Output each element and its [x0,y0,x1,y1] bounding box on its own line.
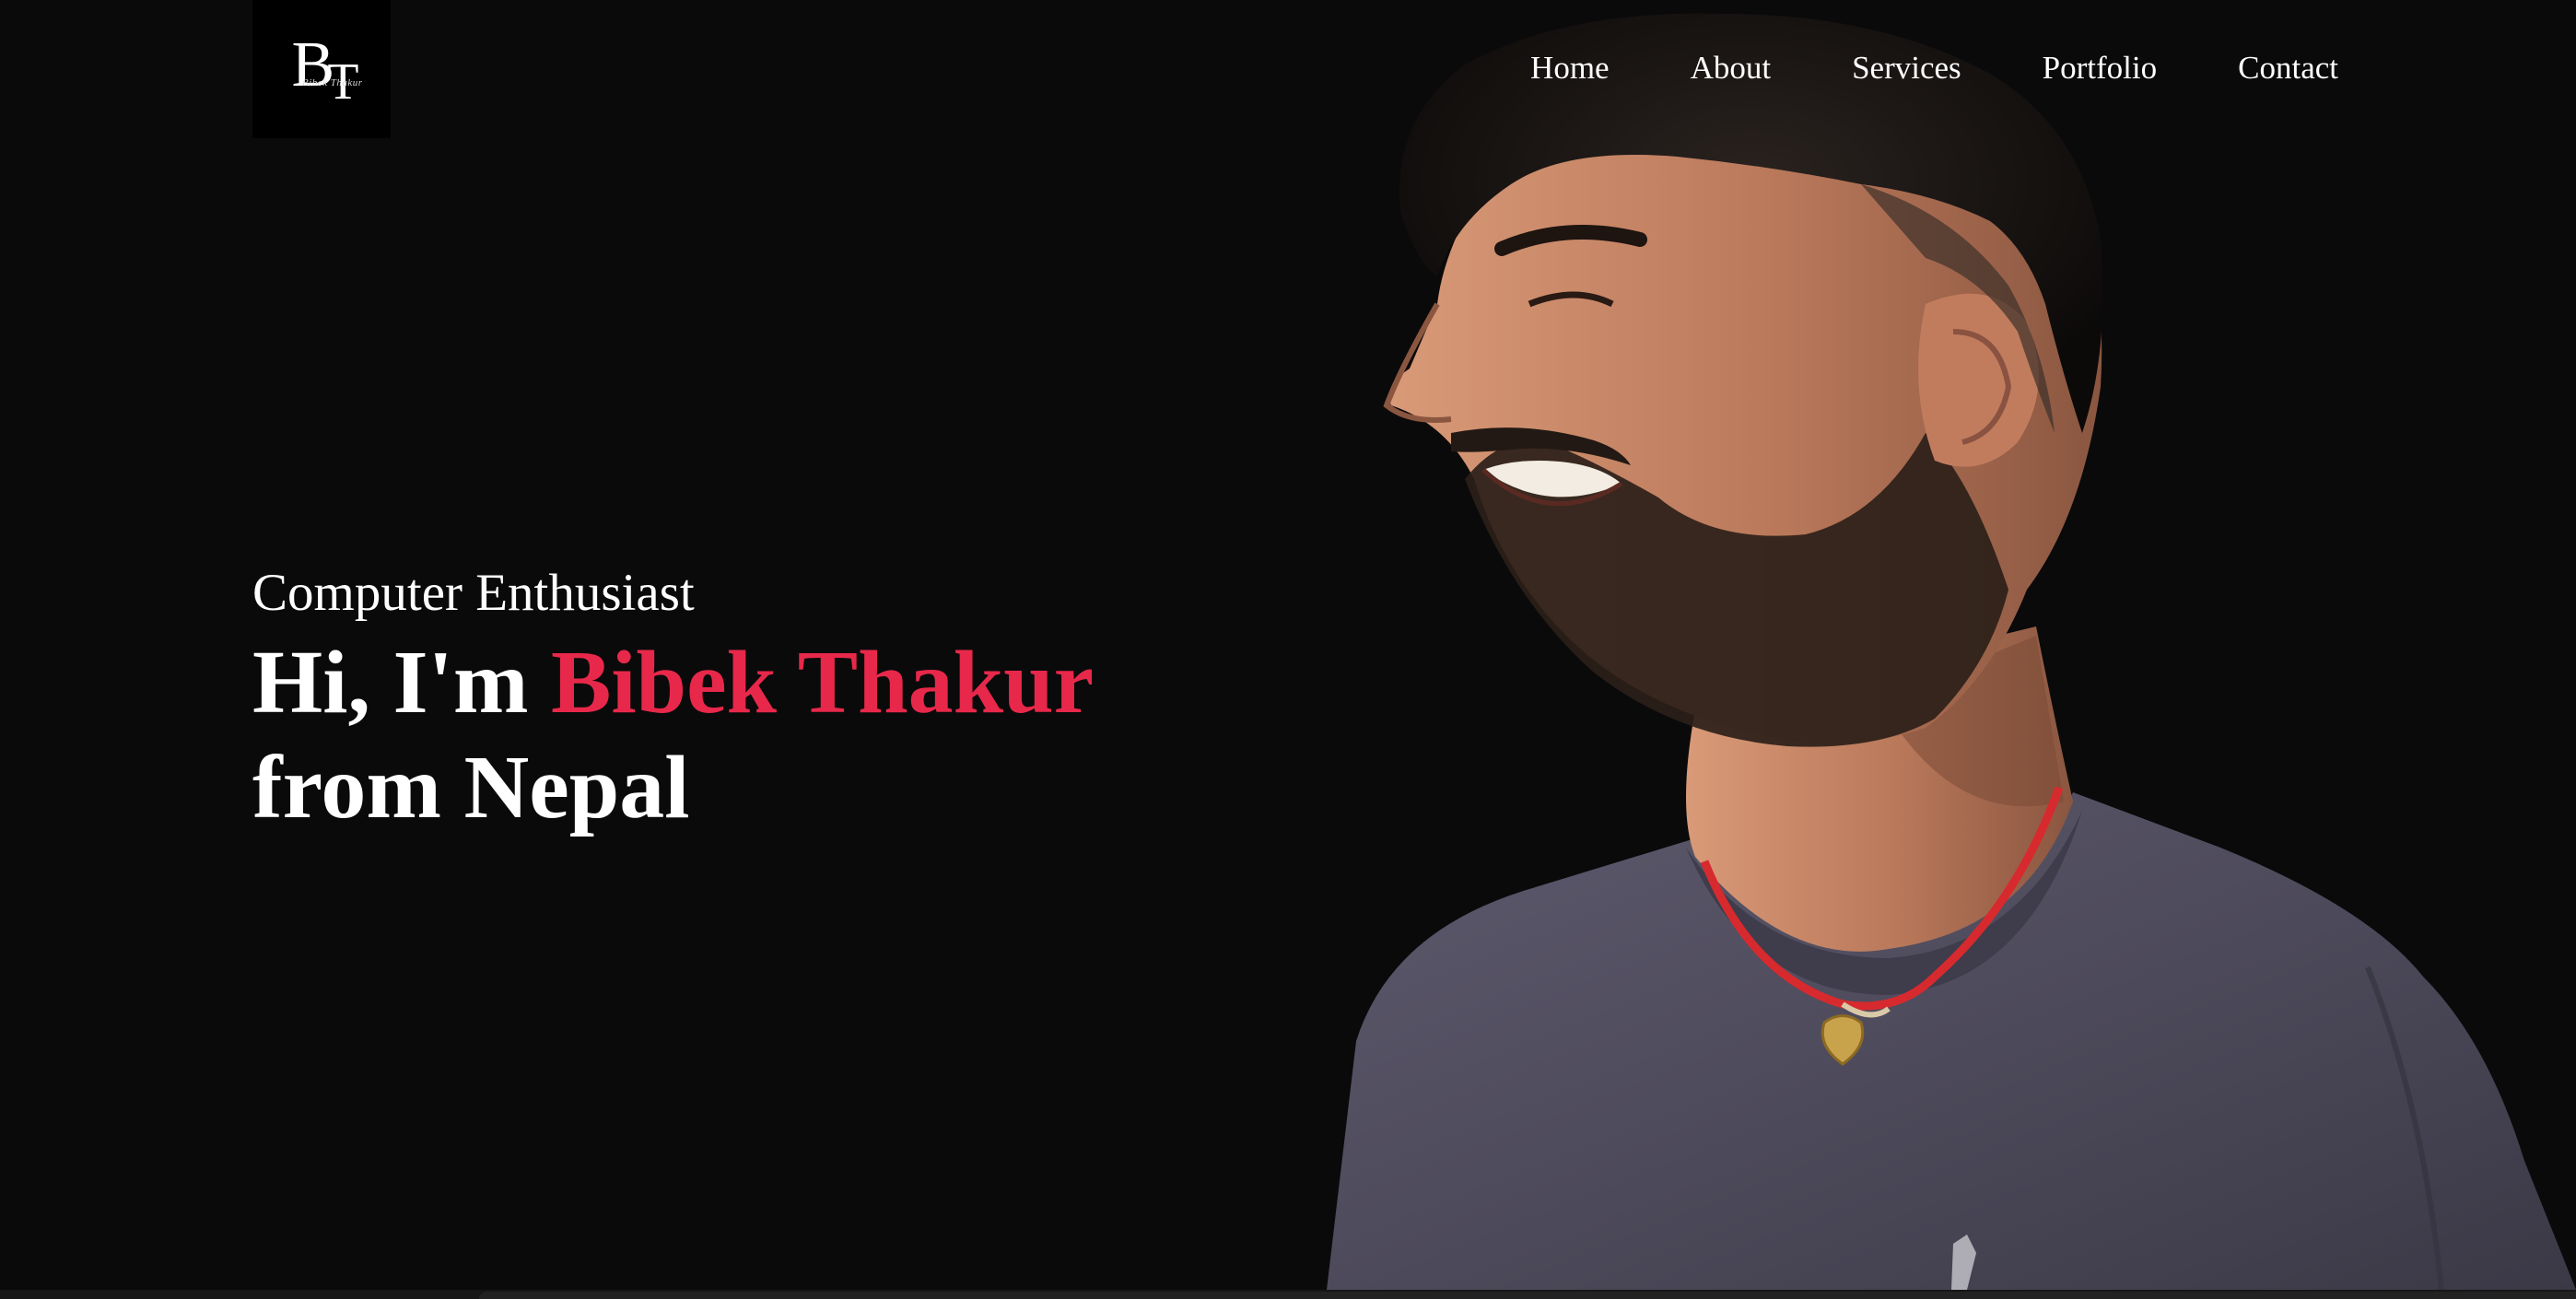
logo-signature: Bibek Thakur [302,77,363,88]
nav-services-link[interactable]: Services [1852,48,1961,88]
hero-greeting: Hi, I'm [252,633,529,732]
main-nav: Home About Services Portfolio Contact [1530,48,2338,88]
bottom-edge [0,1290,2576,1299]
hero-origin: from Nepal [252,738,690,837]
hero-section: Computer Enthusiast Hi, I'm Bibek Thakur… [252,560,1312,840]
bottom-bar [479,1292,2576,1299]
hero-subtitle: Computer Enthusiast [252,564,695,622]
page: BT Bibek Thakur Home About Services Port… [0,0,2576,1299]
portrait-image [1327,13,2576,1290]
nav-portfolio-link[interactable]: Portfolio [2043,48,2157,88]
nav-about-link[interactable]: About [1691,48,1772,88]
logo-letter-b: B [291,29,335,100]
nav-home-link[interactable]: Home [1530,48,1610,88]
logo[interactable]: BT Bibek Thakur [252,0,391,138]
nav-contact-link[interactable]: Contact [2238,48,2338,88]
hero-headline: Hi, I'm Bibek Thakur from Nepal [252,630,1312,840]
hero-name: Bibek Thakur [550,633,1095,732]
